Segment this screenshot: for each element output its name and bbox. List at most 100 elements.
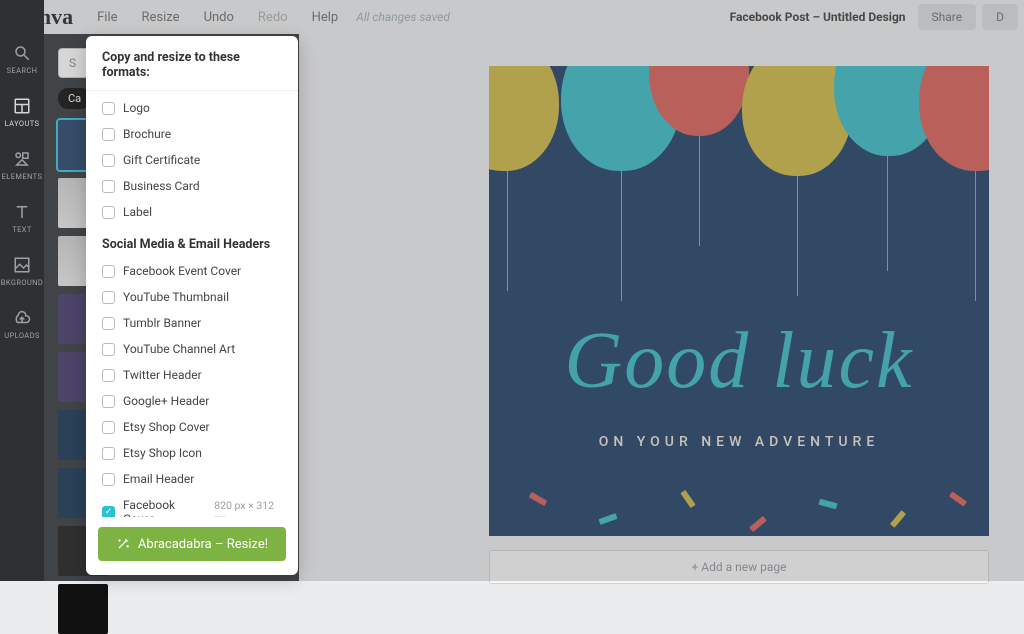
confetti: [529, 492, 548, 506]
format-option[interactable]: Twitter Header: [94, 362, 290, 388]
rail-background[interactable]: BKGROUND: [1, 256, 44, 287]
format-option[interactable]: Etsy Shop Icon: [94, 440, 290, 466]
menu-help[interactable]: Help: [300, 10, 351, 25]
format-label: Google+ Header: [123, 394, 209, 408]
format-option[interactable]: YouTube Channel Art: [94, 336, 290, 362]
checkbox[interactable]: [102, 343, 115, 356]
format-label: Etsy Shop Cover: [123, 420, 210, 434]
template-thumb[interactable]: [58, 584, 108, 634]
checkbox[interactable]: [102, 128, 115, 141]
format-label: YouTube Channel Art: [123, 342, 235, 356]
format-option[interactable]: Google+ Header: [94, 388, 290, 414]
checkbox[interactable]: [102, 447, 115, 460]
format-option[interactable]: Label: [94, 199, 290, 225]
checkbox[interactable]: [102, 369, 115, 382]
uploads-icon: [13, 309, 31, 327]
search-icon: [13, 44, 31, 62]
format-label: Facebook Cover: [123, 498, 202, 517]
menu-undo[interactable]: Undo: [192, 10, 246, 25]
format-label: Etsy Shop Icon: [123, 446, 202, 460]
format-list[interactable]: Logo Brochure Gift Certificate Business …: [86, 91, 298, 517]
balloon-string: [621, 171, 622, 301]
format-option[interactable]: Etsy Shop Cover: [94, 414, 290, 440]
checkbox[interactable]: [102, 421, 115, 434]
format-label: Gift Certificate: [123, 153, 200, 167]
format-label: Brochure: [123, 127, 171, 141]
share-button[interactable]: Share: [918, 4, 977, 30]
format-option[interactable]: Business Card: [94, 173, 290, 199]
format-option[interactable]: Facebook Cover 820 px × 312 px: [94, 492, 290, 517]
format-label: Logo: [123, 101, 150, 115]
menu-resize[interactable]: Resize: [130, 10, 192, 25]
format-label: Label: [123, 205, 152, 219]
add-page-button[interactable]: + Add a new page: [489, 550, 989, 584]
balloon-string: [797, 176, 798, 296]
rail-text[interactable]: TEXT: [12, 203, 32, 234]
checkbox[interactable]: [102, 317, 115, 330]
format-option[interactable]: Email Header: [94, 466, 290, 492]
save-status: All changes saved: [356, 10, 450, 24]
left-rail: SEARCH LAYOUTS ELEMENTS TEXT BKGROUND UP…: [0, 0, 44, 581]
balloon-string: [507, 171, 508, 291]
format-option[interactable]: YouTube Thumbnail: [94, 284, 290, 310]
format-option[interactable]: Logo: [94, 95, 290, 121]
rail-label: ELEMENTS: [2, 172, 43, 181]
subline-text[interactable]: ON YOUR NEW ADVENTURE: [489, 434, 989, 450]
checkbox[interactable]: [102, 395, 115, 408]
artboard[interactable]: Good luck ON YOUR NEW ADVENTURE: [489, 66, 989, 536]
balloon-shape: [489, 66, 559, 171]
rail-label: BKGROUND: [1, 278, 44, 287]
rail-search[interactable]: SEARCH: [7, 44, 38, 75]
resize-button[interactable]: Abracadabra – Resize!: [98, 527, 286, 561]
document-title[interactable]: Facebook Post – Untitled Design: [730, 10, 918, 24]
format-label: Email Header: [123, 472, 194, 486]
checkbox[interactable]: [102, 265, 115, 278]
rail-uploads[interactable]: UPLOADS: [4, 309, 40, 340]
checkbox[interactable]: [102, 291, 115, 304]
balloon-string: [975, 171, 976, 301]
menu-redo: Redo: [246, 10, 300, 25]
confetti: [749, 516, 767, 532]
checkbox[interactable]: [102, 506, 115, 518]
format-label: Tumblr Banner: [123, 316, 201, 330]
format-option[interactable]: Tumblr Banner: [94, 310, 290, 336]
confetti: [680, 490, 695, 508]
text-icon: [13, 203, 31, 221]
rail-label: SEARCH: [7, 66, 38, 75]
confetti: [949, 491, 967, 506]
popup-footer: Abracadabra – Resize!: [86, 517, 298, 575]
format-dimensions: 820 px × 312 px: [214, 499, 282, 517]
format-label: Twitter Header: [123, 368, 202, 382]
rail-layouts[interactable]: LAYOUTS: [5, 97, 40, 128]
confetti: [890, 510, 906, 528]
menu-file[interactable]: File: [85, 10, 129, 25]
format-option[interactable]: Facebook Event Cover: [94, 258, 290, 284]
format-option[interactable]: Gift Certificate: [94, 147, 290, 173]
rail-label: LAYOUTS: [5, 119, 40, 128]
confetti: [819, 499, 838, 509]
background-icon: [13, 256, 31, 274]
resize-dropdown: Copy and resize to these formats: Logo B…: [86, 36, 298, 575]
rail-elements[interactable]: ELEMENTS: [2, 150, 43, 181]
canvas-area: Good luck ON YOUR NEW ADVENTURE + Add a …: [299, 34, 1024, 581]
top-menubar: Canva File Resize Undo Redo Help All cha…: [0, 0, 1024, 34]
rail-label: UPLOADS: [4, 331, 40, 340]
magic-wand-icon: [116, 537, 130, 551]
checkbox[interactable]: [102, 102, 115, 115]
checkbox[interactable]: [102, 154, 115, 167]
confetti: [599, 513, 618, 525]
rail-label: TEXT: [12, 225, 32, 234]
balloon-shape: [919, 66, 989, 171]
resize-button-label: Abracadabra – Resize!: [138, 537, 268, 552]
section-header: Social Media & Email Headers: [94, 225, 290, 258]
balloon-string: [887, 156, 888, 271]
popup-header: Copy and resize to these formats:: [86, 36, 298, 91]
layouts-icon: [13, 97, 31, 115]
checkbox[interactable]: [102, 206, 115, 219]
download-button[interactable]: D: [982, 4, 1018, 30]
checkbox[interactable]: [102, 180, 115, 193]
format-label: Business Card: [123, 179, 200, 193]
format-option[interactable]: Brochure: [94, 121, 290, 147]
headline-text[interactable]: Good luck: [489, 316, 989, 407]
checkbox[interactable]: [102, 473, 115, 486]
